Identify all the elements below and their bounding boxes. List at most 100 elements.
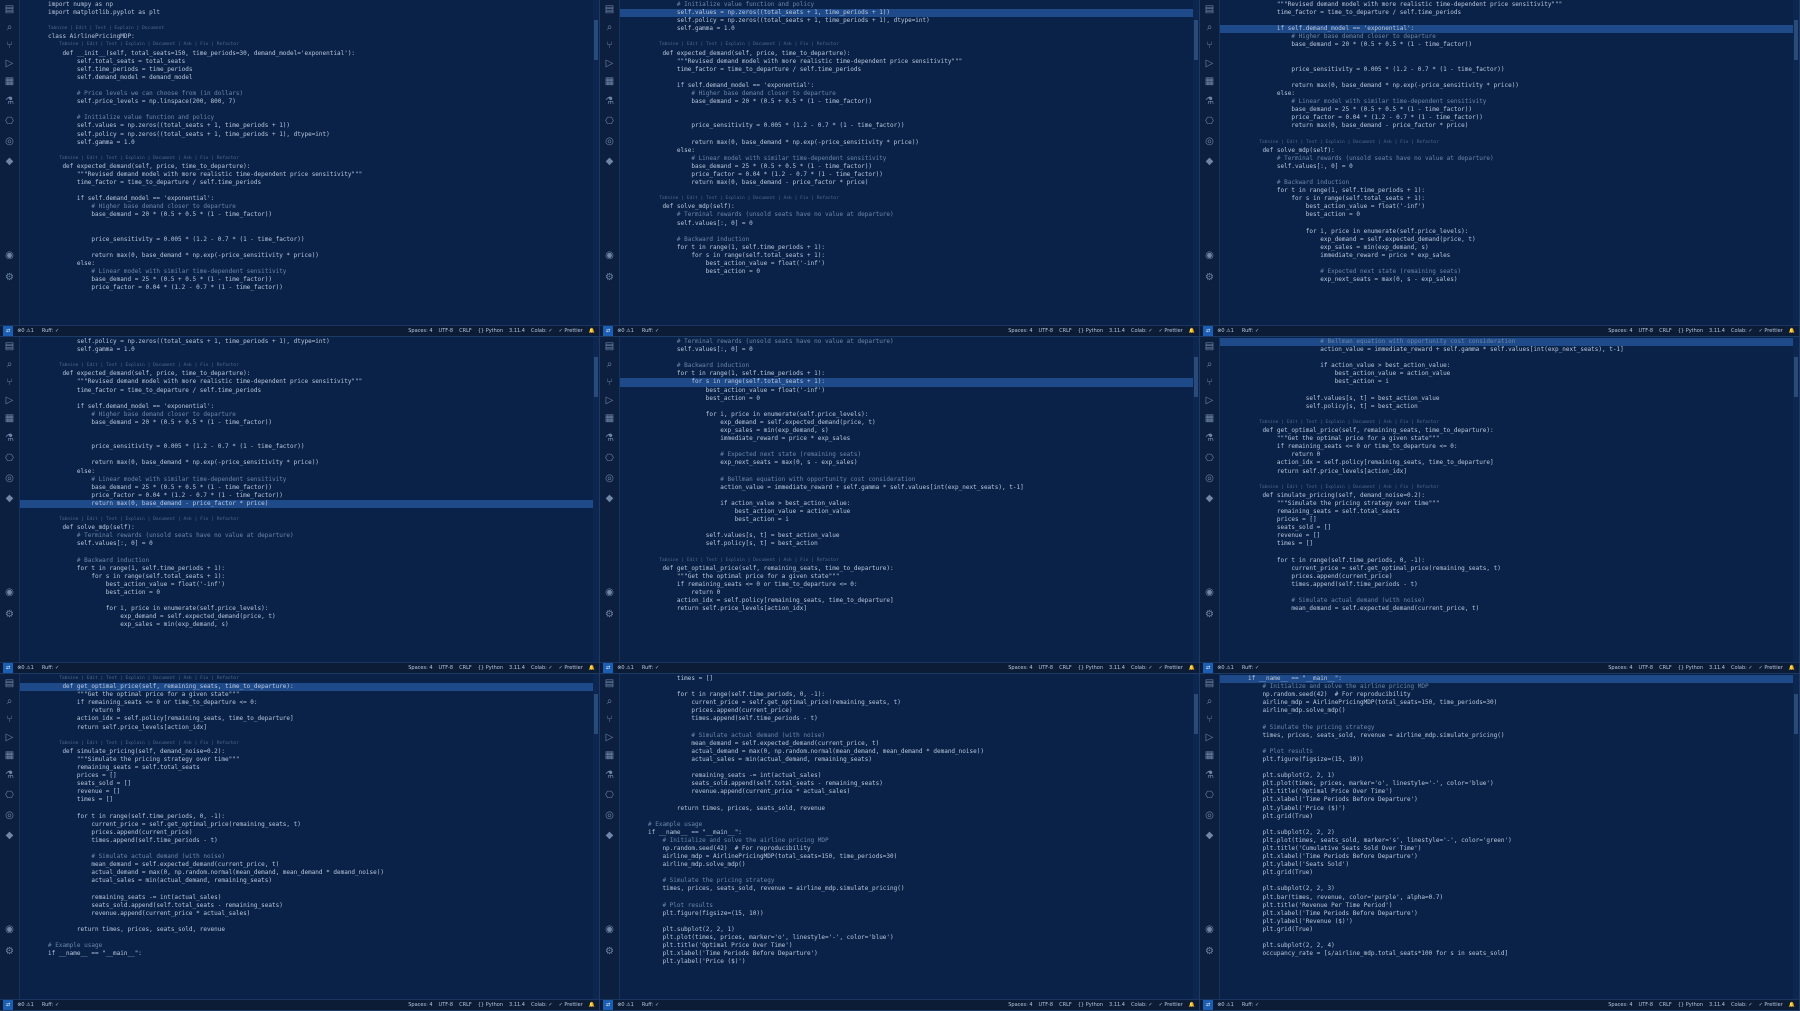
extensions-icon[interactable]: ▦ [604, 76, 615, 87]
account-icon[interactable]: ◉ [4, 924, 15, 935]
source-control-icon[interactable]: ⑂ [1204, 714, 1215, 725]
run-debug-icon[interactable]: ▷ [1204, 732, 1215, 743]
scrollbar-thumb[interactable] [594, 20, 598, 60]
account-icon[interactable]: ◉ [604, 587, 615, 598]
notifications-icon[interactable]: 🔔 [589, 665, 595, 671]
problems-indicator[interactable]: ⊗0 ⚠1 [1217, 665, 1234, 671]
remote-icon[interactable]: ⎔ [1204, 116, 1215, 127]
prettier-status[interactable]: ✓ Prettier [559, 328, 583, 334]
scrollbar[interactable] [1793, 674, 1799, 1000]
run-debug-icon[interactable]: ▷ [1204, 58, 1215, 69]
tabnine-icon[interactable]: ◆ [4, 493, 15, 504]
python-version[interactable]: 3.11.4 [1109, 665, 1125, 671]
copilot-icon[interactable]: ◎ [604, 473, 615, 484]
remote-icon[interactable]: ⎔ [604, 790, 615, 801]
linter-status[interactable]: Ruff: ✓ [42, 665, 59, 671]
indentation-status[interactable]: Spaces: 4 [408, 1002, 432, 1008]
indentation-status[interactable]: Spaces: 4 [1008, 328, 1032, 334]
eol-status[interactable]: CRLF [1659, 328, 1672, 334]
tabnine-icon[interactable]: ◆ [604, 830, 615, 841]
encoding-status[interactable]: UTF-8 [1639, 665, 1654, 671]
notifications-icon[interactable]: 🔔 [589, 328, 595, 334]
colab-status[interactable]: Colab: ✓ [1131, 1002, 1153, 1008]
eol-status[interactable]: CRLF [1659, 665, 1672, 671]
tabnine-icon[interactable]: ◆ [4, 830, 15, 841]
language-mode[interactable]: {} Python [478, 665, 503, 671]
settings-icon[interactable]: ⚙ [4, 609, 15, 620]
tabnine-icon[interactable]: ◆ [604, 156, 615, 167]
language-mode[interactable]: {} Python [478, 328, 503, 334]
copilot-icon[interactable]: ◎ [4, 473, 15, 484]
testing-icon[interactable]: ⚗ [1204, 770, 1215, 781]
linter-status[interactable]: Ruff: ✓ [642, 328, 659, 334]
tabnine-icon[interactable]: ◆ [1204, 156, 1215, 167]
colab-status[interactable]: Colab: ✓ [1731, 665, 1753, 671]
code-editor[interactable]: import numpy as np import matplotlib.pypl… [20, 0, 593, 326]
language-mode[interactable]: {} Python [1678, 1002, 1703, 1008]
encoding-status[interactable]: UTF-8 [1639, 328, 1654, 334]
search-icon[interactable]: ⌕ [604, 359, 615, 370]
colab-status[interactable]: Colab: ✓ [1131, 328, 1153, 334]
language-mode[interactable]: {} Python [1678, 328, 1703, 334]
colab-status[interactable]: Colab: ✓ [531, 665, 553, 671]
source-control-icon[interactable]: ⑂ [1204, 40, 1215, 51]
encoding-status[interactable]: UTF-8 [439, 1002, 454, 1008]
eol-status[interactable]: CRLF [459, 1002, 472, 1008]
remote-icon[interactable]: ⎔ [1204, 790, 1215, 801]
settings-icon[interactable]: ⚙ [604, 609, 615, 620]
python-version[interactable]: 3.11.4 [1709, 665, 1725, 671]
linter-status[interactable]: Ruff: ✓ [642, 665, 659, 671]
search-icon[interactable]: ⌕ [604, 22, 615, 33]
files-icon[interactable]: ▤ [604, 678, 615, 689]
copilot-icon[interactable]: ◎ [4, 810, 15, 821]
linter-status[interactable]: Ruff: ✓ [642, 1002, 659, 1008]
code-editor[interactable]: # Bellman equation with opportunity cost… [1220, 337, 1793, 663]
source-control-icon[interactable]: ⑂ [604, 714, 615, 725]
remote-indicator[interactable]: ⇄ [603, 1000, 614, 1010]
scrollbar-thumb[interactable] [1194, 694, 1198, 734]
eol-status[interactable]: CRLF [1659, 1002, 1672, 1008]
problems-indicator[interactable]: ⊗0 ⚠1 [617, 665, 634, 671]
encoding-status[interactable]: UTF-8 [439, 328, 454, 334]
files-icon[interactable]: ▤ [1204, 678, 1215, 689]
problems-indicator[interactable]: ⊗0 ⚠1 [17, 328, 34, 334]
linter-status[interactable]: Ruff: ✓ [1242, 665, 1259, 671]
files-icon[interactable]: ▤ [1204, 341, 1215, 352]
remote-icon[interactable]: ⎔ [4, 116, 15, 127]
account-icon[interactable]: ◉ [4, 587, 15, 598]
search-icon[interactable]: ⌕ [1204, 696, 1215, 707]
remote-indicator[interactable]: ⇄ [603, 663, 614, 673]
files-icon[interactable]: ▤ [4, 4, 15, 15]
scrollbar[interactable] [1793, 337, 1799, 663]
colab-status[interactable]: Colab: ✓ [531, 1002, 553, 1008]
settings-icon[interactable]: ⚙ [1204, 946, 1215, 957]
scrollbar[interactable] [1193, 0, 1199, 326]
notifications-icon[interactable]: 🔔 [1189, 665, 1195, 671]
account-icon[interactable]: ◉ [1204, 587, 1215, 598]
testing-icon[interactable]: ⚗ [604, 433, 615, 444]
account-icon[interactable]: ◉ [1204, 924, 1215, 935]
search-icon[interactable]: ⌕ [1204, 22, 1215, 33]
source-control-icon[interactable]: ⑂ [4, 377, 15, 388]
search-icon[interactable]: ⌕ [4, 359, 15, 370]
linter-status[interactable]: Ruff: ✓ [1242, 328, 1259, 334]
copilot-icon[interactable]: ◎ [1204, 810, 1215, 821]
code-editor[interactable]: # Initialize value function and policy s… [620, 0, 1193, 326]
remote-indicator[interactable]: ⇄ [603, 326, 614, 336]
code-editor[interactable]: """Revised demand model with more realis… [1220, 0, 1793, 326]
prettier-status[interactable]: ✓ Prettier [559, 665, 583, 671]
linter-status[interactable]: Ruff: ✓ [1242, 1002, 1259, 1008]
code-editor[interactable]: self.policy = np.zeros((total_seats + 1,… [20, 337, 593, 663]
prettier-status[interactable]: ✓ Prettier [559, 1002, 583, 1008]
encoding-status[interactable]: UTF-8 [1639, 1002, 1654, 1008]
linter-status[interactable]: Ruff: ✓ [42, 328, 59, 334]
python-version[interactable]: 3.11.4 [509, 1002, 525, 1008]
run-debug-icon[interactable]: ▷ [4, 58, 15, 69]
copilot-icon[interactable]: ◎ [604, 810, 615, 821]
problems-indicator[interactable]: ⊗0 ⚠1 [617, 328, 634, 334]
scrollbar-thumb[interactable] [1794, 20, 1798, 60]
search-icon[interactable]: ⌕ [604, 696, 615, 707]
copilot-icon[interactable]: ◎ [1204, 473, 1215, 484]
prettier-status[interactable]: ✓ Prettier [1159, 665, 1183, 671]
tabnine-icon[interactable]: ◆ [1204, 830, 1215, 841]
